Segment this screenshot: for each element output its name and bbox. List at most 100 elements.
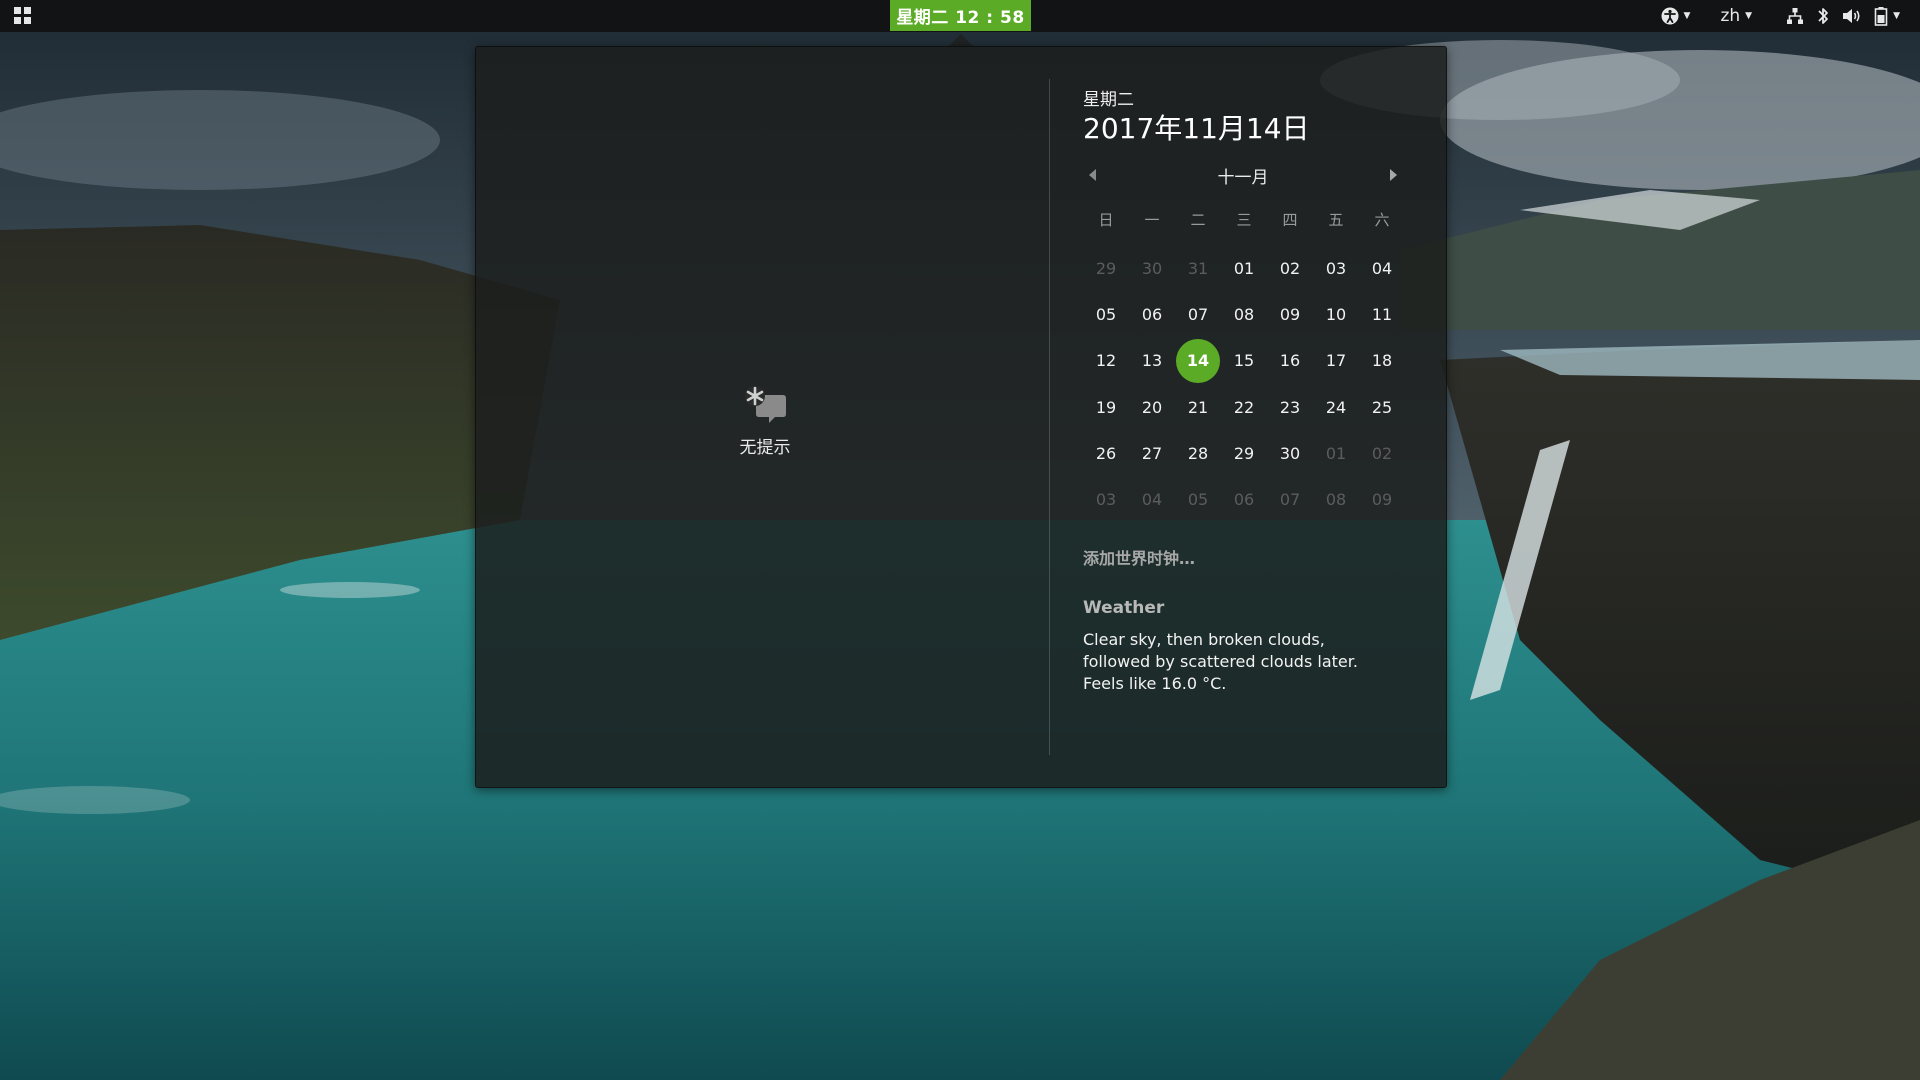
calendar-day[interactable]: 02 bbox=[1267, 249, 1313, 289]
calendar-day[interactable]: 06 bbox=[1221, 480, 1267, 520]
calendar-day[interactable]: 26 bbox=[1083, 434, 1129, 474]
day-number: 04 bbox=[1141, 490, 1163, 509]
calendar-day[interactable]: 05 bbox=[1175, 480, 1221, 520]
day-number: 18 bbox=[1371, 351, 1393, 370]
add-world-clock-button[interactable]: 添加世界时钟… bbox=[1083, 545, 1195, 569]
weather-description: Clear sky, then broken clouds, followed … bbox=[1083, 629, 1403, 695]
weekday-label: 五 bbox=[1328, 211, 1344, 229]
volume-button[interactable] bbox=[1836, 0, 1868, 32]
system-tray: ▼ zh ▼ ▼ bbox=[1655, 0, 1906, 32]
weekday-label: 一 bbox=[1144, 211, 1160, 229]
day-number: 01 bbox=[1325, 444, 1347, 463]
calendar-day[interactable]: 07 bbox=[1267, 480, 1313, 520]
calendar-week-row: 03 04 05 06 07 08 09 bbox=[1083, 480, 1405, 520]
weekday-label: 四 bbox=[1282, 211, 1298, 229]
day-number: 25 bbox=[1371, 398, 1393, 417]
calendar-day[interactable]: 12 bbox=[1083, 341, 1129, 381]
calendar-day[interactable]: 01 bbox=[1221, 249, 1267, 289]
day-number: 02 bbox=[1371, 444, 1393, 463]
top-panel: 星期二 12 : 58 ▼ zh ▼ ▼ bbox=[0, 0, 1920, 32]
calendar-day[interactable]: 28 bbox=[1175, 434, 1221, 474]
day-number: 03 bbox=[1325, 259, 1347, 278]
date-menu-popover: 无提示 星期二 2017年11月14日 十一月 日 一 二 三 四 五 六 29… bbox=[475, 46, 1447, 788]
weather-title[interactable]: Weather bbox=[1083, 598, 1164, 618]
day-number: 30 bbox=[1141, 259, 1163, 278]
bluetooth-button[interactable] bbox=[1810, 0, 1836, 32]
calendar-day[interactable]: 25 bbox=[1359, 388, 1405, 428]
day-number: 11 bbox=[1371, 305, 1393, 324]
calendar-area: 星期二 2017年11月14日 十一月 日 一 二 三 四 五 六 29 30 … bbox=[1083, 47, 1423, 787]
calendar-week-row: 05 06 07 08 09 10 11 bbox=[1083, 295, 1405, 335]
calendar-day[interactable]: 08 bbox=[1221, 295, 1267, 335]
day-number: 06 bbox=[1141, 305, 1163, 324]
network-button[interactable] bbox=[1780, 0, 1810, 32]
day-number: 02 bbox=[1279, 259, 1301, 278]
calendar-day[interactable]: 03 bbox=[1083, 480, 1129, 520]
calendar-day[interactable]: 09 bbox=[1359, 480, 1405, 520]
calendar-day[interactable]: 06 bbox=[1129, 295, 1175, 335]
no-notifications-icon bbox=[745, 386, 786, 423]
calendar-day[interactable]: 24 bbox=[1313, 388, 1359, 428]
calendar-day[interactable]: 17 bbox=[1313, 341, 1359, 381]
clock-button[interactable]: 星期二 12 : 58 bbox=[890, 0, 1031, 31]
next-month-icon[interactable] bbox=[1390, 169, 1397, 181]
full-date-heading[interactable]: 2017年11月14日 bbox=[1083, 107, 1310, 147]
calendar-day[interactable]: 22 bbox=[1221, 388, 1267, 428]
calendar-day[interactable]: 29 bbox=[1083, 249, 1129, 289]
calendar-day[interactable]: 04 bbox=[1129, 480, 1175, 520]
calendar-day[interactable]: 21 bbox=[1175, 388, 1221, 428]
no-notifications-placeholder: 无提示 bbox=[710, 383, 820, 458]
calendar-day[interactable]: 03 bbox=[1313, 249, 1359, 289]
day-number: 12 bbox=[1095, 351, 1117, 370]
calendar-day[interactable]: 31 bbox=[1175, 249, 1221, 289]
weekday-label: 六 bbox=[1374, 211, 1390, 229]
weekday-label: 二 bbox=[1190, 211, 1206, 229]
calendar-day[interactable]: 15 bbox=[1221, 341, 1267, 381]
calendar-day-today[interactable]: 14 bbox=[1175, 339, 1221, 383]
day-number: 21 bbox=[1187, 398, 1209, 417]
calendar-day[interactable]: 20 bbox=[1129, 388, 1175, 428]
accessibility-menu[interactable]: ▼ bbox=[1655, 0, 1697, 32]
calendar-day[interactable]: 18 bbox=[1359, 341, 1405, 381]
day-number: 13 bbox=[1141, 351, 1163, 370]
weekday-label: 三 bbox=[1236, 211, 1252, 229]
day-number: 19 bbox=[1095, 398, 1117, 417]
calendar-day[interactable]: 30 bbox=[1129, 249, 1175, 289]
calendar-day[interactable]: 10 bbox=[1313, 295, 1359, 335]
calendar-day[interactable]: 19 bbox=[1083, 388, 1129, 428]
calendar-week-row: 12 13 14 15 16 17 18 bbox=[1083, 339, 1405, 383]
calendar-day[interactable]: 09 bbox=[1267, 295, 1313, 335]
apps-grid-icon[interactable] bbox=[14, 7, 32, 25]
chevron-down-icon: ▼ bbox=[1893, 11, 1900, 21]
calendar-day[interactable]: 08 bbox=[1313, 480, 1359, 520]
weather-line: followed by scattered clouds later. bbox=[1083, 652, 1358, 671]
day-number: 14 bbox=[1186, 351, 1210, 370]
calendar-day[interactable]: 07 bbox=[1175, 295, 1221, 335]
day-number: 05 bbox=[1187, 490, 1209, 509]
power-menu[interactable]: ▼ bbox=[1868, 0, 1906, 32]
language-menu[interactable]: zh ▼ bbox=[1714, 0, 1758, 32]
volume-icon bbox=[1843, 9, 1860, 23]
calendar-day[interactable]: 29 bbox=[1221, 434, 1267, 474]
day-number: 23 bbox=[1279, 398, 1301, 417]
calendar-day[interactable]: 02 bbox=[1359, 434, 1405, 474]
month-label: 十一月 bbox=[1217, 168, 1269, 188]
calendar-week-row: 19 20 21 22 23 24 25 bbox=[1083, 388, 1405, 428]
calendar-day[interactable]: 05 bbox=[1083, 295, 1129, 335]
day-number: 07 bbox=[1279, 490, 1301, 509]
day-number: 04 bbox=[1371, 259, 1393, 278]
day-number: 30 bbox=[1279, 444, 1301, 463]
calendar-day[interactable]: 13 bbox=[1129, 341, 1175, 381]
calendar-day[interactable]: 30 bbox=[1267, 434, 1313, 474]
calendar-day[interactable]: 04 bbox=[1359, 249, 1405, 289]
calendar-day[interactable]: 23 bbox=[1267, 388, 1313, 428]
calendar-day[interactable]: 01 bbox=[1313, 434, 1359, 474]
calendar-day[interactable]: 11 bbox=[1359, 295, 1405, 335]
calendar-day[interactable]: 16 bbox=[1267, 341, 1313, 381]
accessibility-icon bbox=[1661, 7, 1679, 25]
calendar-day[interactable]: 27 bbox=[1129, 434, 1175, 474]
day-number: 17 bbox=[1325, 351, 1347, 370]
day-number: 15 bbox=[1233, 351, 1255, 370]
weather-line: Clear sky, then broken clouds, bbox=[1083, 630, 1325, 649]
bluetooth-icon bbox=[1818, 8, 1828, 24]
